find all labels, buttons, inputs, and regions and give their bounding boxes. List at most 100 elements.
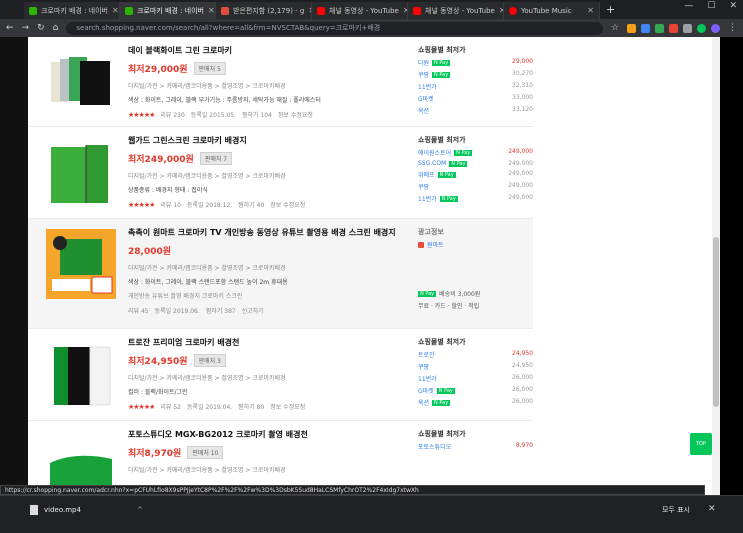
- mall-row[interactable]: SSG.COM N Pay 249,000: [418, 160, 533, 167]
- product-spec: 색상 : 화이트, 그레이, 블랙 스탠드포함 스탠드 높이 2m 휴대용: [128, 279, 288, 286]
- mall-row[interactable]: G마켓 33,000: [418, 94, 533, 103]
- mall-row[interactable]: 쿠팡 N Pay 30,270: [418, 70, 533, 79]
- star-icon[interactable]: ☆: [611, 23, 619, 33]
- mall-row[interactable]: 트로잔 24,950: [418, 350, 533, 359]
- product-price[interactable]: 최저24,950원: [128, 354, 188, 367]
- mall-row[interactable]: 11번가 N Pay 249,000: [418, 194, 533, 203]
- forward-icon[interactable]: →: [22, 23, 30, 33]
- mall-row[interactable]: 위메프 N Pay 249,000: [418, 170, 533, 179]
- report-link[interactable]: 정보 수정요청: [278, 110, 313, 119]
- browser-tab[interactable]: YouTube Music ✕: [504, 2, 600, 19]
- close-window-button[interactable]: ✕: [729, 1, 737, 11]
- product-title[interactable]: 데이 블랙화이트 그린 크로마키: [128, 45, 408, 56]
- report-link[interactable]: 신고하기: [242, 306, 264, 315]
- report-link[interactable]: 정보 수정요청: [270, 402, 305, 411]
- browser-tab[interactable]: 채널 동영상 - YouTube✕: [408, 2, 504, 19]
- mall-row[interactable]: 포토스튜디오 8,970: [418, 442, 533, 451]
- product-title[interactable]: 촉촉이 원마트 크로마키 TV 개인방송 동영상 유튜브 촬영용 배경 스크린 …: [128, 227, 408, 238]
- product-price[interactable]: 28,000원: [128, 244, 171, 257]
- mall-row[interactable]: 11번가 26,000: [418, 374, 533, 383]
- show-all-downloads-button[interactable]: 모두 표시: [662, 505, 690, 515]
- ad-seller[interactable]: 원마트: [418, 240, 533, 249]
- browser-tab[interactable]: 채널 동영상 - YouTube✕: [312, 2, 408, 19]
- close-tab-icon[interactable]: ✕: [112, 6, 119, 15]
- product-thumbnail[interactable]: [46, 47, 116, 117]
- compare-sellers-button[interactable]: 판매처 5: [193, 62, 226, 75]
- product-price[interactable]: 최저249,000원: [128, 152, 194, 165]
- extension-icon[interactable]: [641, 23, 650, 33]
- browser-tab-active[interactable]: 크로마키 배경 : 네이버 ✕: [120, 2, 216, 19]
- register-date: 등록일 2019.04.: [186, 404, 233, 411]
- extensions: [627, 23, 720, 33]
- extension-icon[interactable]: [669, 23, 678, 33]
- mall-row[interactable]: 11번가 32,310: [418, 82, 533, 91]
- close-tab-icon[interactable]: ✕: [587, 6, 594, 15]
- product-item: 포토스튜디오 MGX-BG2012 크로마키 촬영 배경천 최저8,970원 판…: [28, 421, 533, 495]
- lowest-price-title: 쇼핑몰별 최저가: [418, 338, 466, 346]
- rating-stars-icon: ★★★★★: [128, 402, 155, 411]
- close-download-bar-icon[interactable]: ✕: [708, 504, 716, 514]
- minimize-button[interactable]: —: [684, 1, 693, 11]
- review-count[interactable]: 리뷰 230: [160, 110, 184, 119]
- home-icon[interactable]: ⌂: [53, 23, 59, 33]
- download-bar: video.mp4 ^ 모두 표시 ✕: [0, 495, 743, 533]
- register-date: 등록일 2018.12.: [186, 202, 233, 209]
- product-spec: 컬러 : 블랙/화이트/그린: [128, 389, 188, 396]
- review-count[interactable]: 리뷰 52: [160, 402, 181, 411]
- review-count[interactable]: 리뷰 10: [160, 200, 181, 209]
- extension-icon[interactable]: [697, 23, 706, 33]
- product-price[interactable]: 최저29,000원: [128, 62, 188, 75]
- ad-tags: 무료 · 카드 · 할인 · 적립: [418, 303, 480, 310]
- product-thumbnail[interactable]: [46, 139, 116, 209]
- like-button[interactable]: 찜하기 40: [238, 200, 264, 209]
- mall-row[interactable]: 옥션 N Pay 26,000: [418, 398, 533, 407]
- mall-row[interactable]: 쿠팡 249,000: [418, 182, 533, 191]
- like-button[interactable]: 찜하기 387: [206, 306, 236, 315]
- chevron-up-icon[interactable]: ^: [137, 506, 143, 514]
- product-thumbnail[interactable]: [46, 341, 116, 411]
- like-button[interactable]: 찜하기 104: [242, 110, 272, 119]
- compare-sellers-button[interactable]: 판매처 10: [187, 446, 224, 459]
- download-item[interactable]: video.mp4 ^: [30, 505, 143, 515]
- scroll-top-button[interactable]: TOP: [690, 433, 712, 455]
- mall-row[interactable]: 쿠팡 24,950: [418, 362, 533, 371]
- seller-icon: [418, 241, 424, 248]
- extension-icon[interactable]: [627, 23, 636, 33]
- ad-info-title: 광고정보: [418, 228, 444, 236]
- product-category: 디지털/가전 > 카메라/캠코더용품 > 촬영조명 > 크로마키배경: [128, 375, 286, 382]
- product-item: 데이 블랙화이트 그린 크로마키 최저29,000원 판매처 5 디지털/가전 …: [28, 37, 533, 127]
- npay-badge-icon: N Pay: [437, 171, 456, 178]
- extension-icon[interactable]: [655, 23, 664, 33]
- menu-icon[interactable]: ⋮: [728, 23, 737, 33]
- new-tab-button[interactable]: +: [600, 2, 621, 19]
- npay-badge-icon: N Pay: [449, 160, 468, 167]
- review-count[interactable]: 리뷰 45: [128, 306, 149, 315]
- mall-row[interactable]: 에이원스토어 N Pay 249,000: [418, 148, 533, 157]
- report-link[interactable]: 정보 수정요청: [270, 200, 305, 209]
- product-price[interactable]: 최저8,970원: [128, 446, 181, 459]
- browser-tab[interactable]: 크로마키 배경 : 네이버 ✕: [24, 2, 120, 19]
- page-scrollbar[interactable]: [712, 37, 720, 495]
- compare-sellers-button[interactable]: 판매처 7: [199, 152, 233, 165]
- like-button[interactable]: 찜하기 80: [238, 402, 264, 411]
- mall-row[interactable]: G마켓 N Pay 26,000: [418, 386, 533, 395]
- mall-row[interactable]: 옥션 33,120: [418, 106, 533, 115]
- back-icon[interactable]: ←: [6, 23, 14, 33]
- profile-avatar[interactable]: [711, 23, 720, 33]
- youtube-favicon-icon: [413, 6, 421, 15]
- product-title[interactable]: 트로잔 프리미엄 크로마키 배경천: [128, 337, 408, 348]
- product-title[interactable]: 포토스튜디오 MGX-BG2012 크로마키 촬영 배경천: [128, 429, 408, 440]
- extension-icon[interactable]: [683, 23, 692, 33]
- mall-row[interactable]: 다원 N Pay 29,000: [418, 58, 533, 67]
- url-input[interactable]: search.shopping.naver.com/search/all?whe…: [66, 21, 603, 35]
- scroll-thumb[interactable]: [713, 237, 719, 407]
- close-tab-icon[interactable]: ✕: [208, 6, 215, 15]
- compare-sellers-button[interactable]: 판매처 3: [193, 354, 226, 367]
- reload-icon[interactable]: ↻: [37, 23, 45, 33]
- product-thumbnail[interactable]: [46, 229, 116, 299]
- product-spec-extra: 개인방송 유튜브 촬영 배경지 크로마키 스크린: [128, 293, 243, 300]
- browser-tab[interactable]: 받은편지함 (2,179) - g✕: [216, 2, 312, 19]
- npay-badge-icon: N Pay: [432, 399, 451, 406]
- product-title[interactable]: 웹가드 그린스크린 크로마키 배경지: [128, 135, 408, 146]
- maximize-button[interactable]: ☐: [707, 1, 715, 11]
